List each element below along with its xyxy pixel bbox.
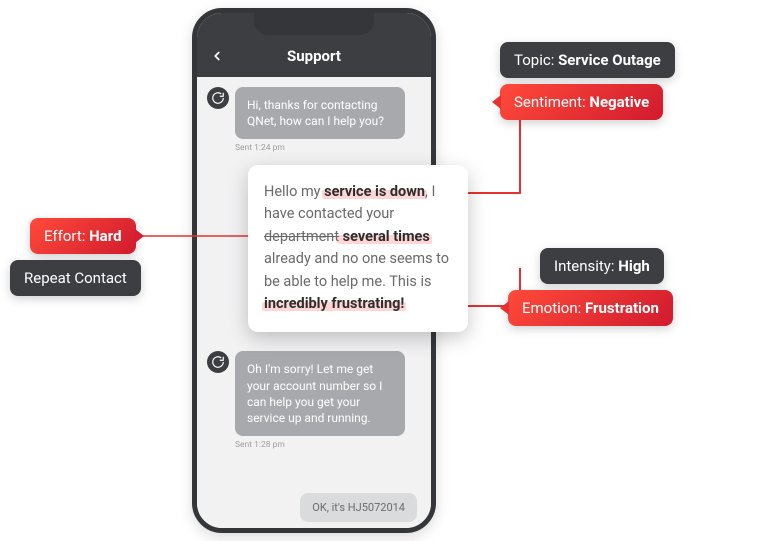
annotation-repeat-contact: Repeat Contact: [10, 260, 141, 296]
agent-avatar: [207, 87, 229, 109]
agent-avatar: [207, 351, 229, 373]
agent-message-1: Hi, thanks for contacting QNet, how can …: [207, 87, 421, 139]
user-reply-stub: OK, it's HJ5072014: [300, 493, 417, 522]
annotation-value: High: [618, 257, 650, 275]
timestamp-1: Sent 1:24 pm: [235, 143, 421, 153]
user-message-card: Hello my service is down, I have contact…: [248, 165, 468, 332]
annotation-label: Topic:: [514, 51, 558, 69]
agent-message-2: Oh I'm sorry! Let me get your account nu…: [207, 351, 421, 436]
agent-bubble: Oh I'm sorry! Let me get your account nu…: [235, 351, 405, 436]
annotation-label: Sentiment:: [514, 93, 589, 111]
user-msg-text: Hello my: [264, 183, 324, 200]
annotation-sentiment: Sentiment: Negative: [500, 84, 663, 120]
annotation-label: Effort:: [44, 227, 89, 245]
phone-notch: [254, 13, 374, 35]
annotation-emotion: Emotion: Frustration: [508, 290, 673, 326]
timestamp-2: Sent 1:28 pm: [235, 440, 421, 450]
annotation-effort: Effort: Hard: [30, 218, 136, 254]
struck-text: department: [264, 228, 339, 245]
highlight-frustrating: incredibly frustrating!: [264, 295, 404, 312]
annotation-value: Service Outage: [558, 51, 661, 69]
highlight-service-down: service is down: [324, 183, 425, 200]
annotation-value: Hard: [89, 227, 121, 245]
agent-bubble: Hi, thanks for contacting QNet, how can …: [235, 87, 405, 139]
annotation-value: Negative: [589, 93, 649, 111]
annotation-label: Repeat Contact: [24, 269, 127, 287]
annotation-label: Intensity:: [554, 257, 618, 275]
annotation-value: Frustration: [585, 299, 659, 317]
user-msg-text: already and no one seems to be able to h…: [264, 250, 449, 289]
annotation-intensity: Intensity: High: [540, 248, 664, 284]
header-title: Support: [197, 47, 431, 65]
annotation-topic: Topic: Service Outage: [500, 42, 675, 78]
highlight-several-times: several times: [339, 228, 430, 245]
annotation-label: Emotion:: [522, 299, 585, 317]
